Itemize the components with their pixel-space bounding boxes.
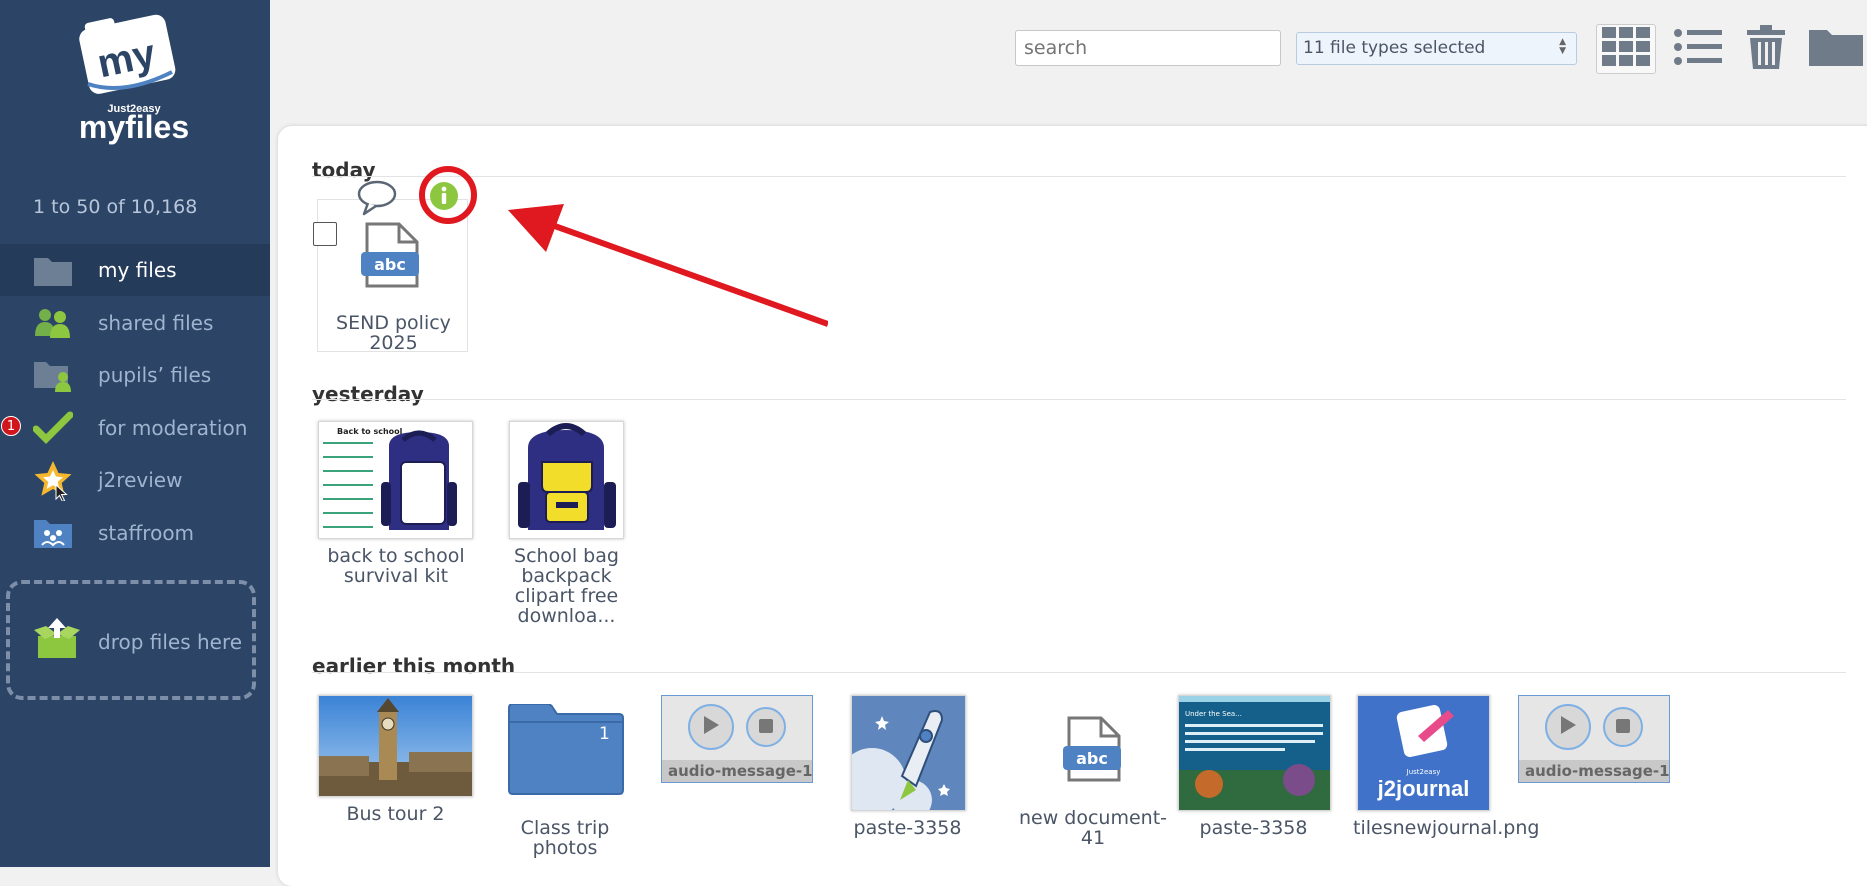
file-name: School bag backpack clipart free downloa… <box>514 545 619 627</box>
file-item-school-bag[interactable]: School bag backpack clipart free downloa… <box>509 421 629 641</box>
thumbnail-brand: Just2easy <box>1406 768 1441 776</box>
file-thumbnail <box>318 695 473 797</box>
trash-icon <box>1747 25 1785 73</box>
file-name: back to school survival kit <box>327 545 465 587</box>
thumbnail-title: j2journal <box>1377 776 1470 801</box>
select-arrows-icon: ▲ ▼ <box>1559 37 1566 56</box>
sidebar-item-staffroom[interactable]: staffroom <box>0 507 270 559</box>
thumbnail-title: Under the Sea... <box>1185 710 1242 718</box>
myfiles-logo[interactable]: my Just2easy myfiles <box>64 12 204 152</box>
sidebar-item-label: my files <box>98 258 177 282</box>
list-view-button[interactable] <box>1672 24 1724 74</box>
file-name: paste-3358 <box>853 817 962 839</box>
folder-icon <box>32 249 74 291</box>
file-select-checkbox[interactable] <box>313 222 337 246</box>
upload-box-icon <box>34 616 80 666</box>
folder-item-count: 1 <box>599 724 610 744</box>
file-thumbnail: Under the Sea... <box>1178 695 1331 811</box>
annotation-arrow-icon <box>508 204 828 327</box>
moderation-count-badge: 1 <box>1 416 21 436</box>
document-abc-icon: abc <box>1063 716 1125 786</box>
file-item-new-document[interactable]: abc new document-41 <box>1018 716 1168 866</box>
file-item-paste-3358-rocket[interactable]: paste-3358 <box>851 695 991 838</box>
file-item-bus-tour[interactable]: Bus tour 2 <box>318 695 473 835</box>
drop-files-zone[interactable]: drop files here <box>6 580 256 700</box>
checkmark-icon <box>32 407 74 449</box>
drop-files-label: drop files here <box>98 630 243 654</box>
sidebar-item-label: j2review <box>98 468 183 492</box>
file-thumbnail: Back to school <box>318 421 473 539</box>
file-thumbnail <box>509 421 624 539</box>
section-divider <box>312 176 1846 177</box>
file-count-text: 1 to 50 of 10,168 <box>33 196 198 218</box>
folder-icon <box>505 703 627 800</box>
search-input[interactable] <box>1015 30 1281 66</box>
sidebar-item-j2review[interactable]: j2review <box>0 454 270 506</box>
logo-name-text: myfiles <box>79 109 189 145</box>
pupils-folder-icon <box>32 354 74 396</box>
stop-button[interactable] <box>746 707 786 747</box>
file-item-audio-message[interactable]: audio-message-17 <box>1518 695 1670 783</box>
audio-file-name: audio-message-17 <box>662 760 812 782</box>
file-name: new document-41 <box>1018 807 1168 849</box>
file-item-tilesnewjournal[interactable]: Just2easy j2journal tilesnewjournal.png <box>1353 695 1539 855</box>
sidebar-item-pupils-files[interactable]: pupils’ files <box>0 349 270 401</box>
file-thumbnail: Just2easy j2journal <box>1357 695 1490 811</box>
play-button[interactable] <box>1545 704 1591 750</box>
audio-file-name: audio-message-17 <box>1519 760 1669 782</box>
file-browser-panel: today abc SEND policy 2025 yesterday Bac… <box>278 126 1867 886</box>
document-icon-text: abc <box>1076 749 1108 768</box>
file-thumbnail <box>851 695 966 811</box>
delete-button[interactable] <box>1744 24 1788 74</box>
grid-view-icon <box>1602 27 1650 71</box>
list-view-icon <box>1674 28 1722 70</box>
document-abc-icon: abc <box>361 222 423 292</box>
section-divider <box>312 399 1846 400</box>
users-icon <box>32 302 74 344</box>
stop-icon <box>759 718 773 737</box>
file-item-class-trip-folder[interactable]: 1 Class trip photos <box>505 703 635 864</box>
stop-button[interactable] <box>1603 707 1643 747</box>
new-folder-button[interactable] <box>1808 24 1864 74</box>
sidebar-item-label: pupils’ files <box>98 363 212 387</box>
comment-icon[interactable] <box>356 180 398 220</box>
staffroom-icon <box>32 512 74 554</box>
document-icon-text: abc <box>374 255 406 274</box>
play-button[interactable] <box>688 704 734 750</box>
file-type-select[interactable]: 11 file types selected ▲ ▼ <box>1296 32 1577 65</box>
file-name: tilesnewjournal.png <box>1353 817 1540 839</box>
sidebar-item-label: for moderation <box>98 416 248 440</box>
annotation-circle <box>419 166 477 224</box>
file-name: Bus tour 2 <box>346 803 445 825</box>
folder-icon <box>1808 27 1864 71</box>
grid-view-button[interactable] <box>1596 24 1656 74</box>
section-title-earlier-this-month: earlier this month <box>312 654 516 678</box>
file-name: Class trip photos <box>520 817 610 859</box>
stop-icon <box>1616 718 1630 737</box>
sidebar: my Just2easy myfiles 1 to 50 of 10,168 m… <box>0 0 270 867</box>
file-item-paste-3358-sea[interactable]: Under the Sea... paste-3358 <box>1178 695 1338 839</box>
file-item-back-to-school[interactable]: Back to school back to school survival k… <box>318 421 473 601</box>
star-icon <box>32 459 74 501</box>
file-name: paste-3358 <box>1199 817 1308 839</box>
sidebar-item-shared-files[interactable]: shared files <box>0 297 270 349</box>
play-icon <box>1559 715 1577 739</box>
file-item-audio-message[interactable]: audio-message-17 <box>661 695 813 783</box>
section-divider <box>312 672 1846 673</box>
sidebar-item-for-moderation[interactable]: 1 for moderation <box>0 402 270 454</box>
sidebar-item-label: shared files <box>98 311 214 335</box>
section-title-yesterday: yesterday <box>312 382 424 406</box>
sidebar-item-my-files[interactable]: my files <box>0 244 270 296</box>
file-name: SEND policy 2025 <box>336 312 451 354</box>
file-type-select-value: 11 file types selected <box>1303 38 1486 58</box>
sidebar-item-label: staffroom <box>98 521 195 545</box>
play-icon <box>702 715 720 739</box>
section-title-today: today <box>312 158 376 182</box>
